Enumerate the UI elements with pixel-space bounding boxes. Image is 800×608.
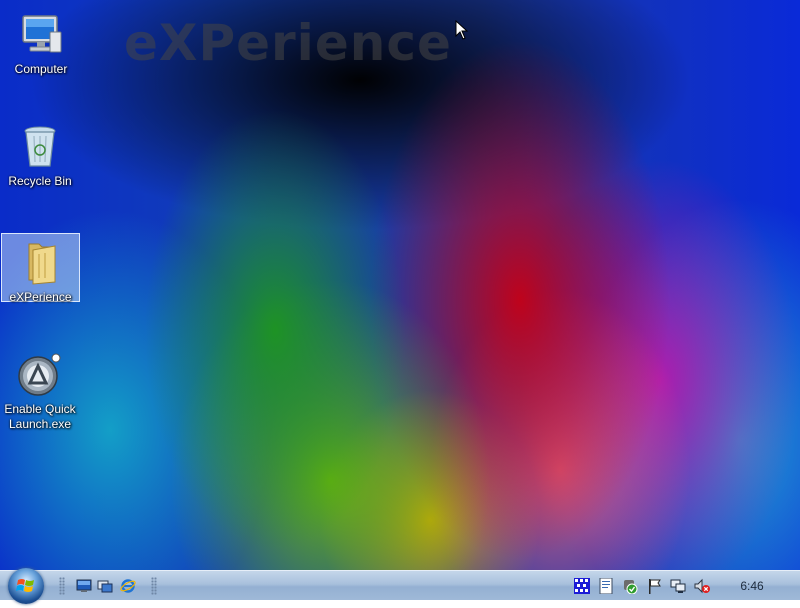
computer-icon [22,15,62,53]
taskbar-grip[interactable] [59,577,65,595]
desktop[interactable]: eXPerience Computer Recycle Bin eXPerien [0,0,800,570]
desktop-icon-label: Recycle Bin [8,174,72,188]
action-center-flag-icon[interactable] [646,578,662,594]
volume-muted-icon[interactable] [694,578,710,594]
windows-start-orb-icon [16,579,34,592]
desktop-icon-experience-folder[interactable]: eXPerience [1,233,80,304]
wallpaper [0,0,800,570]
network-icon[interactable] [670,578,686,594]
switch-windows-icon[interactable] [97,578,113,594]
internet-explorer-icon[interactable] [120,578,136,594]
document-icon[interactable] [598,578,614,594]
show-desktop-icon[interactable] [76,578,92,594]
desktop-icon-label: eXPerience [9,290,72,304]
security-shield-icon[interactable] [622,578,638,594]
desktop-icon-computer[interactable]: Computer [2,6,80,78]
taskbar: 6:46 [0,568,800,604]
app-launcher-icon [18,353,61,396]
folder-icon [28,243,55,285]
taskbar-grip[interactable] [151,577,157,595]
desktop-icon-recycle-bin[interactable]: Recycle Bin [1,118,79,192]
display-settings-icon[interactable] [574,578,590,594]
start-button[interactable] [8,568,44,604]
desktop-icon-label: Computer [14,62,68,76]
desktop-icon-label: Enable Quick Launch.exe [4,402,76,431]
taskbar-clock[interactable]: 6:46 [732,579,772,593]
wallpaper-watermark: eXPerience [124,14,452,72]
mouse-cursor-icon [455,20,469,40]
recycle-bin-icon [24,126,56,167]
desktop-icon-enable-quick-launch[interactable]: Enable Quick Launch.exe [1,346,79,434]
